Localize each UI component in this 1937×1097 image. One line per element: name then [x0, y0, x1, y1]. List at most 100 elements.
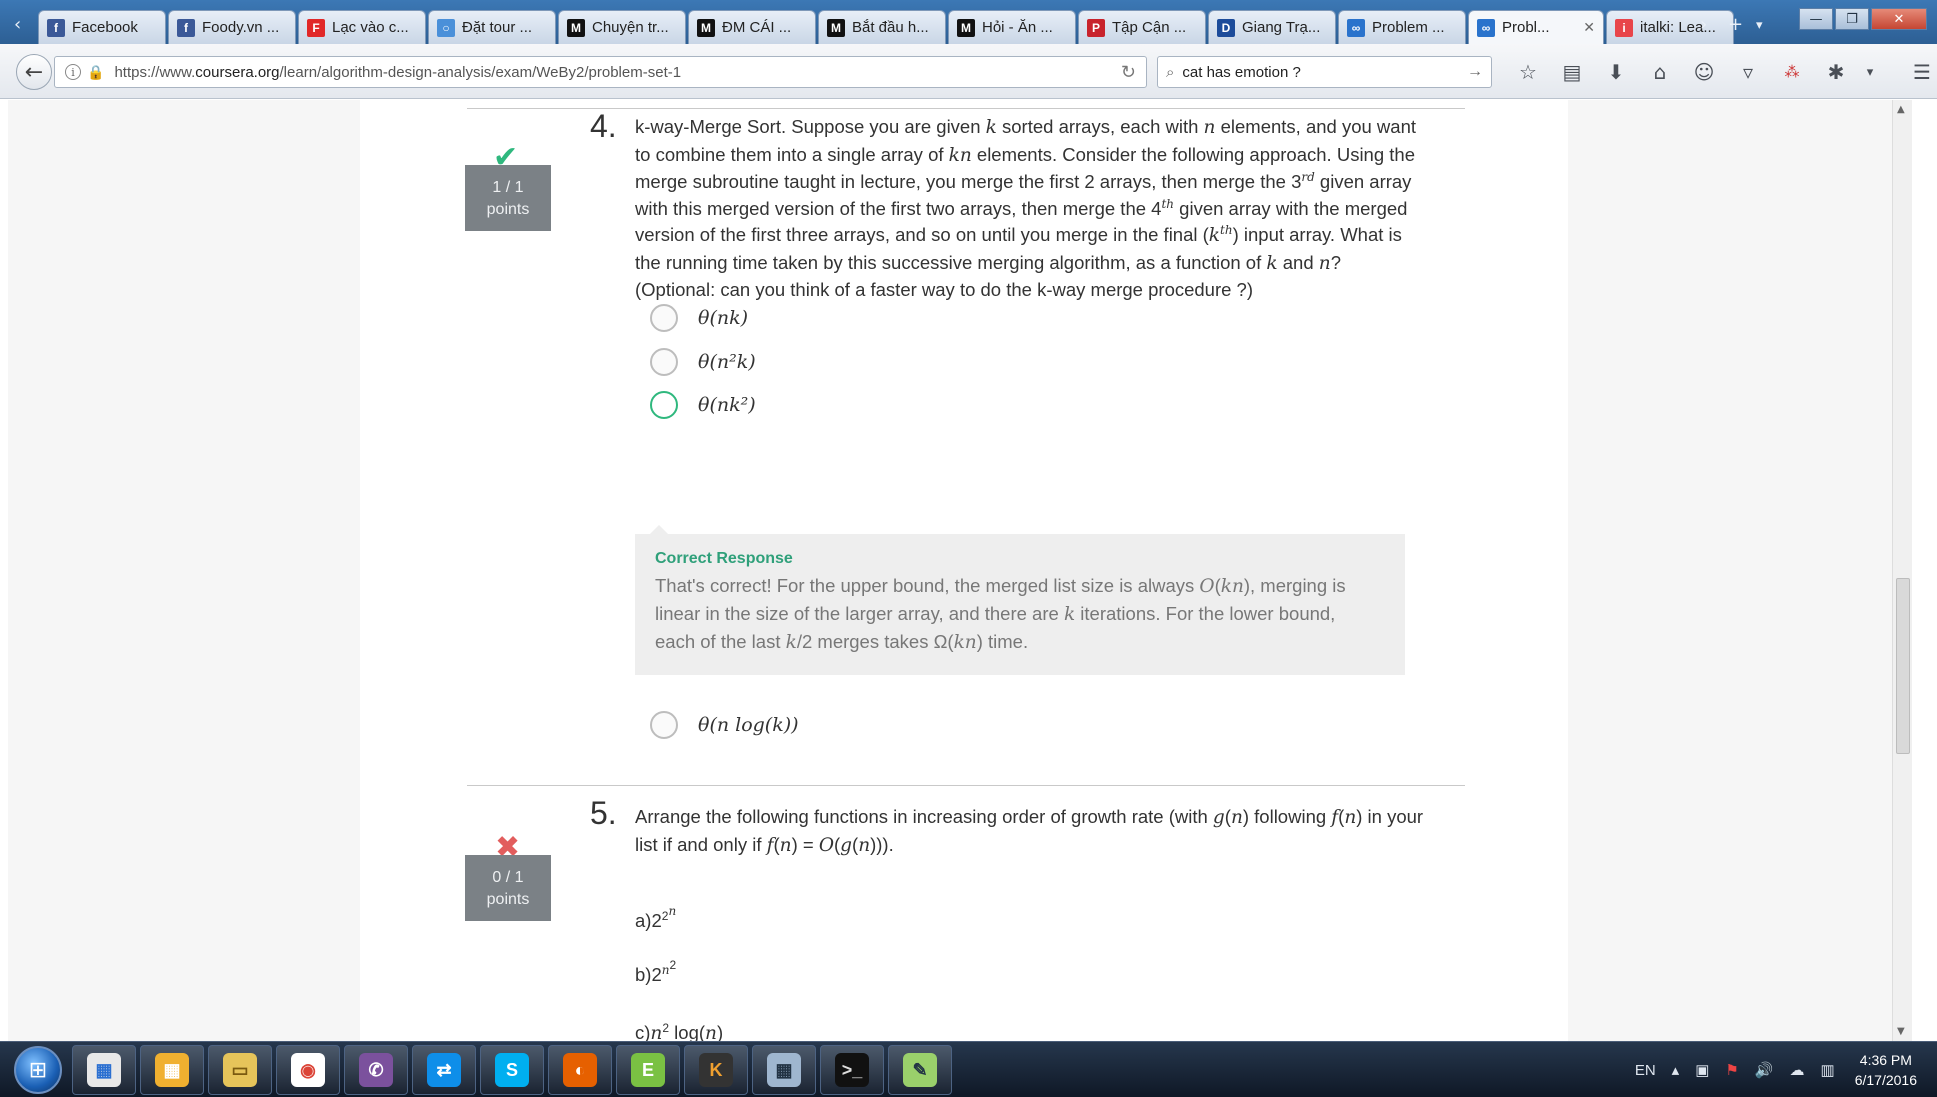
answer-option[interactable]: θ(nk²)	[650, 391, 756, 419]
browser-tab[interactable]: M Hỏi - Ăn ...	[948, 10, 1076, 44]
browser-tab[interactable]: ∞ Problem ...	[1338, 10, 1466, 44]
taskbar-teamviewer-button[interactable]: ⇄	[412, 1045, 476, 1095]
tab-label: Foody.vn ...	[202, 19, 280, 36]
option-label: θ(nk)	[698, 307, 749, 329]
chrome-icon: ◉	[291, 1053, 325, 1087]
points-box: 0 / 1 points	[465, 855, 551, 921]
question-text: k-way-Merge Sort. Suppose you are given …	[635, 116, 1417, 300]
pinterest-icon: P	[1087, 18, 1105, 37]
search-go-icon[interactable]: →	[1467, 63, 1483, 81]
close-window-icon[interactable]: ✕	[1871, 8, 1927, 30]
home-icon[interactable]: ⌂	[1638, 58, 1682, 86]
pocket-icon[interactable]: ▿	[1726, 58, 1770, 86]
file-explorer-icon: ▭	[223, 1053, 257, 1087]
radio-button[interactable]	[650, 348, 678, 376]
scroll-up-icon[interactable]: ▲	[1897, 104, 1905, 115]
coursera-icon: ∞	[1477, 18, 1495, 37]
viber-icon: ✆	[359, 1053, 393, 1087]
quiz-card: ✔ 1 / 1 points 4. k-way-Merge Sort. Supp…	[360, 100, 1568, 1041]
facebook-icon: f	[47, 18, 65, 37]
taskbar-file-explorer-button[interactable]: ▭	[208, 1045, 272, 1095]
window-controls: — ❐ ✕	[1797, 8, 1927, 30]
taskbar-calculator-button[interactable]: ▦	[752, 1045, 816, 1095]
scrollbar-thumb[interactable]	[1896, 578, 1910, 754]
url-scheme: https://www.	[114, 63, 196, 81]
browser-tab[interactable]: F Lạc vào c...	[298, 10, 426, 44]
start-button[interactable]: ⊞	[14, 1046, 62, 1094]
addon-icon[interactable]: ✱	[1814, 58, 1858, 86]
taskbar-chrome-button[interactable]: ◉	[276, 1045, 340, 1095]
teamviewer-icon: ⇄	[427, 1053, 461, 1087]
onedrive-icon[interactable]: ☁	[1790, 1061, 1805, 1079]
radio-button-selected[interactable]	[650, 391, 678, 419]
action-center-flag-icon[interactable]: ⚑	[1725, 1061, 1738, 1079]
tab-label: Probl...	[1502, 19, 1550, 36]
tab-scroll-right-icon[interactable]: ›	[1700, 14, 1707, 35]
taskbar-windows-explorer-button[interactable]: ▦	[72, 1045, 136, 1095]
answer-option[interactable]: θ(nk)	[650, 304, 748, 332]
chat-icon[interactable]: ☺	[1682, 58, 1726, 86]
browser-tab[interactable]: M ĐM CÁI ...	[688, 10, 816, 44]
option-label: θ(n log(k))	[698, 714, 799, 736]
search-value: cat has emotion ?	[1182, 63, 1301, 81]
bookmarks-list-icon[interactable]: ▤	[1550, 58, 1594, 86]
browser-tab[interactable]: D Giang Trạ...	[1208, 10, 1336, 44]
browser-tab[interactable]: f Facebook	[38, 10, 166, 44]
taskbar-metro-apps-button[interactable]: ▦	[140, 1045, 204, 1095]
answer-option[interactable]: θ(n²k)	[650, 348, 756, 376]
browser-tab[interactable]: P Tập Cận ...	[1078, 10, 1206, 44]
taskbar-viber-button[interactable]: ✆	[344, 1045, 408, 1095]
downloads-icon[interactable]: ⬇	[1594, 58, 1638, 86]
browser-tab[interactable]: M Bắt đầu h...	[818, 10, 946, 44]
network-icon[interactable]: ▥	[1821, 1061, 1835, 1079]
browser-tab[interactable]: ○ Đặt tour ...	[428, 10, 556, 44]
tab-scroll-left-icon[interactable]: ‹	[14, 14, 21, 35]
taskbar-firefox-button[interactable]: ◐	[548, 1045, 612, 1095]
back-button[interactable]: ←	[16, 54, 52, 90]
search-input[interactable]: ⌕ cat has emotion ? →	[1157, 56, 1492, 88]
addon-dropdown-icon[interactable]: ▾	[1858, 58, 1882, 86]
radio-button[interactable]	[650, 711, 678, 739]
firefox-icon: ◐	[563, 1053, 597, 1087]
tab-label: Giang Trạ...	[1242, 19, 1321, 36]
volume-icon[interactable]: 🔊	[1755, 1061, 1774, 1079]
language-indicator[interactable]: EN	[1635, 1062, 1656, 1079]
medium-icon: M	[567, 18, 585, 37]
clock[interactable]: 4:36 PM 6/17/2016	[1855, 1050, 1917, 1090]
tray-app-icon[interactable]: ▣	[1695, 1061, 1709, 1079]
tab-active[interactable]: ∞ Probl... ✕	[1468, 10, 1604, 44]
radio-button[interactable]	[650, 304, 678, 332]
option-label: θ(nk²)	[698, 394, 756, 416]
question-number: 4.	[590, 108, 617, 144]
site-info-icon[interactable]: i	[65, 64, 81, 80]
browser-tab[interactable]: i italki: Lea...	[1606, 10, 1734, 44]
minimize-icon[interactable]: —	[1799, 8, 1833, 30]
browser-tab[interactable]: f Foody.vn ...	[168, 10, 296, 44]
tray-expand-icon[interactable]: ▴	[1672, 1061, 1680, 1079]
back-arrow-icon: ←	[24, 59, 44, 85]
tab-list: f Facebook f Foody.vn ... F Lạc vào c... ○ Đặt …	[38, 10, 1736, 44]
extension-badge-icon[interactable]: ⁂	[1770, 58, 1814, 86]
tab-label: Bắt đầu h...	[852, 19, 929, 36]
bookmark-star-icon[interactable]: ☆	[1506, 58, 1550, 86]
answer-option[interactable]: θ(n log(k))	[650, 711, 799, 739]
taskbar-notepad-button[interactable]: ✎	[888, 1045, 952, 1095]
tab-label: Tập Cận ...	[1112, 19, 1187, 36]
browser-tab[interactable]: M Chuyện tr...	[558, 10, 686, 44]
question-text: Arrange the following functions in incre…	[635, 806, 1424, 856]
tab-list-dropdown-icon[interactable]: ▾	[1756, 18, 1763, 33]
close-tab-icon[interactable]: ✕	[1583, 19, 1595, 36]
menu-icon[interactable]: ☰	[1900, 58, 1937, 86]
maximize-icon[interactable]: ❐	[1835, 8, 1869, 30]
taskbar-skype-button[interactable]: S	[480, 1045, 544, 1095]
taskbar-kindle-button[interactable]: K	[684, 1045, 748, 1095]
page-scrollbar[interactable]: ▲ ▼	[1892, 100, 1912, 1041]
new-tab-icon[interactable]: +	[1728, 14, 1743, 35]
reload-icon[interactable]: ↻	[1121, 62, 1136, 83]
url-bar[interactable]: i 🔒 https://www. coursera.org/learn/algor…	[54, 56, 1147, 88]
function-item: a)22n	[635, 903, 677, 931]
browser-tab-strip: ‹ f Facebook f Foody.vn ... F Lạc vào c... ○ Đặ…	[0, 0, 1937, 44]
taskbar-cmd-button[interactable]: >_	[820, 1045, 884, 1095]
scroll-down-icon[interactable]: ▼	[1897, 1026, 1905, 1037]
taskbar-evernote-button[interactable]: E	[616, 1045, 680, 1095]
